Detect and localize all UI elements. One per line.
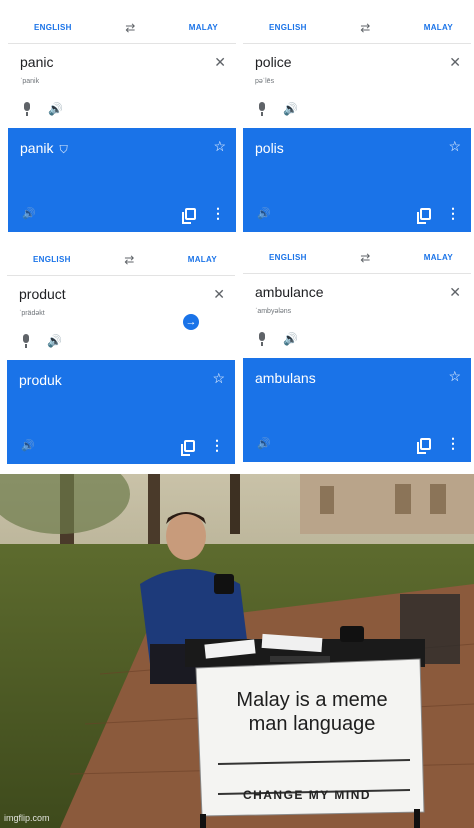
swap-languages-icon[interactable]: ⇄ bbox=[124, 253, 134, 267]
result-speaker-icon[interactable]: 🔊 bbox=[257, 437, 271, 450]
translate-panel-1: ENGLISH ⇄ MALAY panic ˈpanik ✕ 🔊 panik ⛉ … bbox=[8, 12, 236, 232]
microphone-icon[interactable] bbox=[257, 332, 267, 346]
watermark: imgflip.com bbox=[4, 813, 50, 823]
swap-languages-icon[interactable]: ⇄ bbox=[360, 21, 370, 35]
source-area[interactable]: panic ˈpanik ✕ 🔊 bbox=[8, 44, 236, 128]
close-icon[interactable]: ✕ bbox=[449, 54, 461, 71]
sign-banner: CHANGE MY MIND bbox=[242, 788, 372, 802]
phonetic-text: ˈpanik bbox=[20, 78, 40, 85]
verified-shield-icon: ⛉ bbox=[59, 144, 68, 156]
language-bar: ENGLISH ⇄ MALAY bbox=[7, 244, 235, 276]
source-input[interactable]: panic bbox=[20, 54, 224, 70]
speaker-icon[interactable]: 🔊 bbox=[283, 102, 298, 116]
more-options-icon[interactable]: ⋮ bbox=[211, 205, 225, 222]
translate-panel-2: ENGLISH ⇄ MALAY police pəˈlēs ✕ 🔊 polis … bbox=[243, 12, 471, 232]
translation-text: ambulans bbox=[255, 370, 316, 386]
result-speaker-icon[interactable]: 🔊 bbox=[22, 207, 36, 220]
translation-text: polis bbox=[255, 140, 284, 156]
language-bar: ENGLISH ⇄ MALAY bbox=[8, 12, 236, 44]
target-language-button[interactable]: MALAY bbox=[188, 255, 217, 264]
swap-languages-icon[interactable]: ⇄ bbox=[360, 251, 370, 265]
speaker-icon[interactable]: 🔊 bbox=[283, 332, 298, 346]
result-speaker-icon[interactable]: 🔊 bbox=[257, 207, 271, 220]
translation-result: produk ☆ 🔊 ⋮ bbox=[7, 360, 235, 464]
phonetic-text: pəˈlēs bbox=[255, 78, 275, 85]
source-language-button[interactable]: ENGLISH bbox=[269, 23, 307, 32]
star-icon[interactable]: ☆ bbox=[448, 138, 461, 155]
star-icon[interactable]: ☆ bbox=[212, 370, 225, 387]
source-language-button[interactable]: ENGLISH bbox=[269, 253, 307, 262]
star-icon[interactable]: ☆ bbox=[448, 368, 461, 385]
source-area[interactable]: product ˈprädəkt → ✕ 🔊 bbox=[7, 276, 235, 360]
swap-languages-icon[interactable]: ⇄ bbox=[125, 21, 135, 35]
close-icon[interactable]: ✕ bbox=[214, 54, 226, 71]
source-input[interactable]: product bbox=[19, 286, 223, 302]
copy-icon[interactable] bbox=[181, 440, 195, 456]
result-speaker-icon[interactable]: 🔊 bbox=[21, 439, 35, 452]
source-language-button[interactable]: ENGLISH bbox=[33, 255, 71, 264]
source-input[interactable]: police bbox=[255, 54, 459, 70]
translation-result: ambulans ☆ 🔊 ⋮ bbox=[243, 358, 471, 462]
sign-text: Malay is a meme man language bbox=[236, 689, 388, 735]
copy-icon[interactable] bbox=[417, 208, 431, 224]
more-options-icon[interactable]: ⋮ bbox=[210, 437, 224, 454]
target-language-button[interactable]: MALAY bbox=[424, 23, 453, 32]
target-language-button[interactable]: MALAY bbox=[424, 253, 453, 262]
phonetic-text: ˈambyələns bbox=[255, 308, 292, 315]
source-area[interactable]: ambulance ˈambyələns ✕ 🔊 bbox=[243, 274, 471, 358]
microphone-icon[interactable] bbox=[21, 334, 31, 348]
more-options-icon[interactable]: ⋮ bbox=[446, 205, 460, 222]
meme-photo bbox=[0, 474, 474, 828]
source-input[interactable]: ambulance bbox=[255, 284, 459, 300]
close-icon[interactable]: ✕ bbox=[449, 284, 461, 301]
copy-icon[interactable] bbox=[182, 208, 196, 224]
meme-scene-illustration bbox=[0, 474, 474, 828]
language-bar: ENGLISH ⇄ MALAY bbox=[243, 242, 471, 274]
source-language-button[interactable]: ENGLISH bbox=[34, 23, 72, 32]
close-icon[interactable]: ✕ bbox=[213, 286, 225, 303]
microphone-icon[interactable] bbox=[257, 102, 267, 116]
translate-panel-3: ENGLISH ⇄ MALAY product ˈprädəkt → ✕ 🔊 p… bbox=[7, 244, 235, 464]
language-bar: ENGLISH ⇄ MALAY bbox=[243, 12, 471, 44]
target-language-button[interactable]: MALAY bbox=[189, 23, 218, 32]
translate-panel-4: ENGLISH ⇄ MALAY ambulance ˈambyələns ✕ 🔊… bbox=[243, 242, 471, 462]
more-options-icon[interactable]: ⋮ bbox=[446, 435, 460, 452]
speaker-icon[interactable]: 🔊 bbox=[48, 102, 63, 116]
source-area[interactable]: police pəˈlēs ✕ 🔊 bbox=[243, 44, 471, 128]
translation-text: panik bbox=[20, 140, 54, 156]
translation-result: panik ⛉ ☆ 🔊 ⋮ bbox=[8, 128, 236, 232]
microphone-icon[interactable] bbox=[22, 102, 32, 116]
copy-icon[interactable] bbox=[417, 438, 431, 454]
translation-result: polis ☆ 🔊 ⋮ bbox=[243, 128, 471, 232]
translation-text: produk bbox=[19, 372, 62, 388]
star-icon[interactable]: ☆ bbox=[213, 138, 226, 155]
go-arrow-icon[interactable]: → bbox=[183, 314, 199, 330]
speaker-icon[interactable]: 🔊 bbox=[47, 334, 62, 348]
